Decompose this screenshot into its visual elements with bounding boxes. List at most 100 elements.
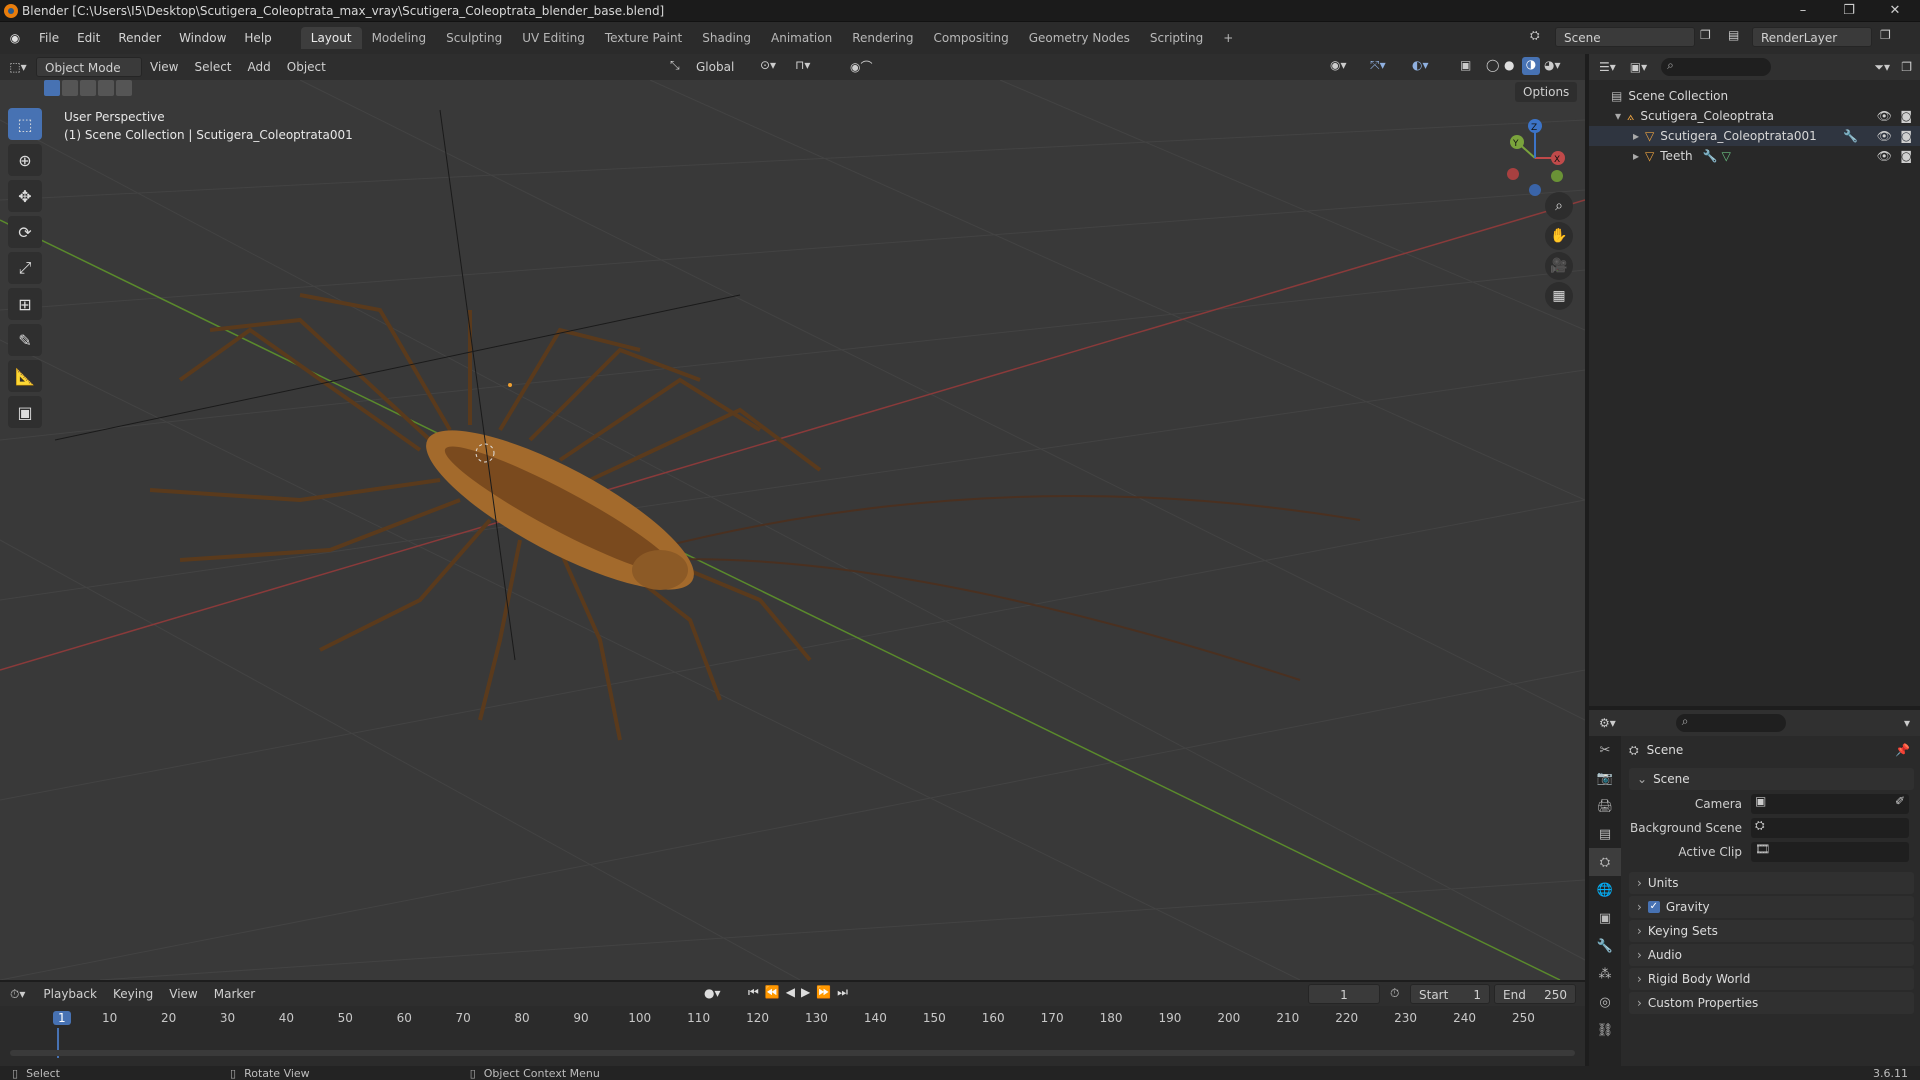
snap-icon[interactable]: ⊓▾ — [795, 58, 810, 72]
add-workspace-button[interactable]: + — [1213, 27, 1243, 49]
tab-texture-paint[interactable]: Texture Paint — [595, 27, 692, 49]
timeline-editor-icon[interactable]: ⏱▾ — [10, 987, 25, 1002]
options-dropdown[interactable]: Options — [1515, 82, 1578, 102]
transform-orientation-dropdown[interactable]: Global — [688, 57, 742, 77]
properties-options-icon[interactable]: ▾ — [1904, 716, 1910, 730]
scene-name-field[interactable]: Scene — [1555, 27, 1695, 47]
annotate-tool-icon[interactable]: ✎ — [8, 324, 42, 356]
zoom-icon[interactable]: ⌕ — [1545, 192, 1573, 220]
pan-hand-icon[interactable]: ✋ — [1545, 222, 1573, 250]
menu-timeline-view[interactable]: View — [161, 984, 205, 1004]
menu-help[interactable]: Help — [235, 27, 280, 49]
outliner-item-scutigera001[interactable]: ▸ ▽ Scutigera_Coleoptrata001 🔧 👁 ◙ — [1589, 126, 1920, 146]
playhead-frame[interactable]: 1 — [53, 1011, 71, 1025]
playback-controls[interactable]: ⏮⏪◀▶⏩⏭ — [748, 985, 854, 1000]
constraints-tab-icon[interactable]: ⛓ — [1589, 1016, 1621, 1044]
menu-object[interactable]: Object — [279, 57, 334, 77]
material-shading-icon[interactable]: ◑ — [1522, 57, 1540, 75]
preview-range-icon[interactable]: ⏱ — [1390, 986, 1399, 1001]
frame-ruler[interactable]: 1 10 20 30 40 50 60 70 80 90 100 110 120 130 140 150 160… — [0, 1008, 1585, 1058]
menu-file[interactable]: File — [30, 27, 68, 49]
display-mode-icon[interactable]: ▣▾ — [1630, 60, 1647, 74]
wireframe-shading-icon[interactable]: ◯ — [1486, 58, 1499, 72]
background-scene-field[interactable]: ⛭ — [1751, 818, 1909, 838]
select-box-tool-icon[interactable]: ⬚ — [8, 108, 42, 140]
menu-add[interactable]: Add — [240, 57, 279, 77]
properties-search-input[interactable]: ⌕ — [1675, 714, 1786, 732]
pivot-point-icon[interactable]: ⊙▾ — [760, 58, 776, 72]
expand-chevron-icon[interactable]: ▸ — [1633, 149, 1639, 163]
xray-icon[interactable]: ▣ — [1460, 58, 1471, 72]
eyedropper-icon[interactable]: ✐ — [1895, 794, 1905, 808]
menu-view[interactable]: View — [142, 57, 186, 77]
menu-window[interactable]: Window — [170, 27, 235, 49]
keying-sets-panel[interactable]: › Keying Sets — [1629, 920, 1914, 942]
outliner-editor-icon[interactable]: ☰▾ — [1599, 60, 1616, 74]
custom-properties-panel[interactable]: › Custom Properties — [1629, 992, 1914, 1014]
outliner-search-input[interactable]: ⌕ — [1661, 58, 1772, 76]
expand-chevron-icon[interactable]: ▸ — [1633, 129, 1639, 143]
filter-icon[interactable]: ⏷▾ — [1874, 60, 1890, 75]
tab-animation[interactable]: Animation — [761, 27, 842, 49]
pin-icon[interactable]: 📌 — [1895, 743, 1910, 757]
gravity-checkbox[interactable]: ✓ — [1647, 901, 1660, 913]
proportional-edit-icon[interactable]: ◉⌒ — [850, 58, 872, 75]
new-view-layer-icon[interactable]: ❐ — [1880, 28, 1891, 42]
outliner-item-scutigera[interactable]: ▾ ⟑ Scutigera_Coleoptrata 👁 ◙ — [1589, 106, 1920, 126]
restore-button[interactable]: ❐ — [1826, 0, 1872, 22]
start-frame-field[interactable]: Start 1 — [1410, 984, 1490, 1004]
gravity-panel[interactable]: › ✓ Gravity — [1629, 896, 1914, 918]
select-subtract-icon[interactable] — [80, 80, 96, 96]
active-clip-field[interactable]: 🎞 — [1751, 842, 1909, 862]
rendered-shading-icon[interactable]: ◕▾ — [1544, 58, 1561, 72]
measure-tool-icon[interactable]: 📐 — [8, 360, 42, 392]
select-intersect-icon[interactable] — [116, 80, 132, 96]
camera-view-icon[interactable]: 🎥 — [1545, 252, 1573, 280]
scene-panel-header[interactable]: ⌄ Scene — [1629, 768, 1914, 790]
scene-selector-icon[interactable]: ⛭ — [1530, 28, 1540, 43]
blender-menu-icon[interactable]: ◉ — [0, 31, 30, 45]
visibility-icon[interactable]: ◉▾ — [1330, 58, 1347, 72]
3d-viewport[interactable]: ⬚ ⊕ ✥ ⟳ ⤢ ⊞ ✎ 📐 ▣ User Perspective (1) S… — [0, 80, 1585, 980]
menu-edit[interactable]: Edit — [68, 27, 109, 49]
outliner-item-teeth[interactable]: ▸ ▽ Teeth 🔧 ▽ 👁 ◙ — [1589, 146, 1920, 166]
add-cube-tool-icon[interactable]: ▣ — [8, 396, 42, 428]
tab-sculpting[interactable]: Sculpting — [436, 27, 512, 49]
scale-tool-icon[interactable]: ⤢ — [8, 252, 42, 284]
transform-tool-icon[interactable]: ⊞ — [8, 288, 42, 320]
move-tool-icon[interactable]: ✥ — [8, 180, 42, 212]
new-scene-icon[interactable]: ❐ — [1700, 28, 1711, 42]
timeline-scrollbar[interactable] — [10, 1050, 1575, 1056]
render-camera-icon[interactable]: ◙ — [1900, 129, 1912, 143]
rotate-tool-icon[interactable]: ⟳ — [8, 216, 42, 248]
view-layer-icon[interactable]: ▤ — [1728, 28, 1739, 42]
expand-chevron-icon[interactable]: ▾ — [1615, 109, 1621, 123]
new-collection-icon[interactable]: ❐ — [1901, 60, 1912, 74]
cursor-tool-icon[interactable]: ⊕ — [8, 144, 42, 176]
menu-select[interactable]: Select — [186, 57, 239, 77]
tab-scripting[interactable]: Scripting — [1140, 27, 1213, 49]
menu-playback[interactable]: Playback — [35, 984, 105, 1004]
overlay-toggle-icon[interactable]: ◐▾ — [1412, 58, 1429, 72]
rigid-body-world-panel[interactable]: › Rigid Body World — [1629, 968, 1914, 990]
menu-render[interactable]: Render — [109, 27, 170, 49]
select-new-icon[interactable] — [44, 80, 60, 96]
orientation-icon[interactable]: ⤡ — [670, 58, 680, 73]
select-extend-icon[interactable] — [62, 80, 78, 96]
render-camera-icon[interactable]: ◙ — [1900, 109, 1912, 123]
solid-shading-icon[interactable]: ● — [1504, 58, 1514, 72]
audio-panel[interactable]: › Audio — [1629, 944, 1914, 966]
ortho-toggle-icon[interactable]: ▦ — [1545, 282, 1573, 310]
select-invert-icon[interactable] — [98, 80, 114, 96]
navigation-gizmo[interactable]: X Y Z — [1495, 116, 1575, 196]
record-icon[interactable]: ●▾ — [704, 986, 721, 1000]
tool-tab-icon[interactable]: ✂ — [1589, 736, 1621, 764]
eye-icon[interactable]: 👁 — [1877, 109, 1892, 123]
tab-uv-editing[interactable]: UV Editing — [512, 27, 595, 49]
tab-geometry-nodes[interactable]: Geometry Nodes — [1019, 27, 1140, 49]
view-layer-field[interactable]: RenderLayer — [1752, 27, 1872, 47]
eye-icon[interactable]: 👁 — [1877, 149, 1892, 163]
tab-modeling[interactable]: Modeling — [362, 27, 437, 49]
outliner-root[interactable]: ▤ Scene Collection — [1589, 86, 1920, 106]
tab-rendering[interactable]: Rendering — [842, 27, 923, 49]
